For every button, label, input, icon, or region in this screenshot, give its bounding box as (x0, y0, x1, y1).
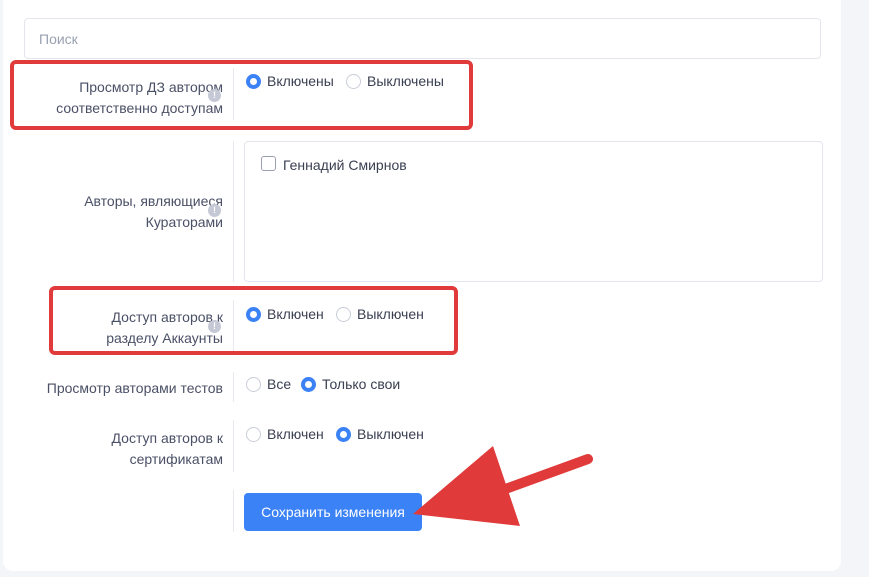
search-input[interactable] (24, 18, 821, 59)
red-arrow-icon (413, 446, 593, 526)
highlight-box-homework-view (10, 60, 473, 130)
divider (233, 490, 234, 532)
radio-selected-icon[interactable] (301, 377, 316, 392)
divider (233, 372, 234, 402)
radio-selected-icon[interactable] (336, 427, 351, 442)
checkbox-label-author[interactable]: Геннадий Смирнов (283, 157, 407, 173)
authors-checkbox-list: Геннадий Смирнов (244, 141, 823, 282)
setting-label-tests-view: Просмотр авторами тестов (46, 380, 223, 396)
save-changes-button[interactable]: Сохранить изменения (244, 493, 422, 531)
info-icon[interactable]: ! (208, 204, 221, 217)
setting-label-certificates-access: Доступ авторов к сертификатам (111, 430, 223, 467)
setting-label-curator-authors: Авторы, являющиеся Кураторами (84, 193, 223, 230)
divider (233, 141, 234, 282)
radio-unselected-icon[interactable] (246, 377, 261, 392)
highlight-box-accounts-access (49, 286, 458, 355)
divider (233, 420, 234, 472)
radio-unselected-icon[interactable] (246, 427, 261, 442)
checkbox-icon[interactable] (261, 156, 276, 171)
